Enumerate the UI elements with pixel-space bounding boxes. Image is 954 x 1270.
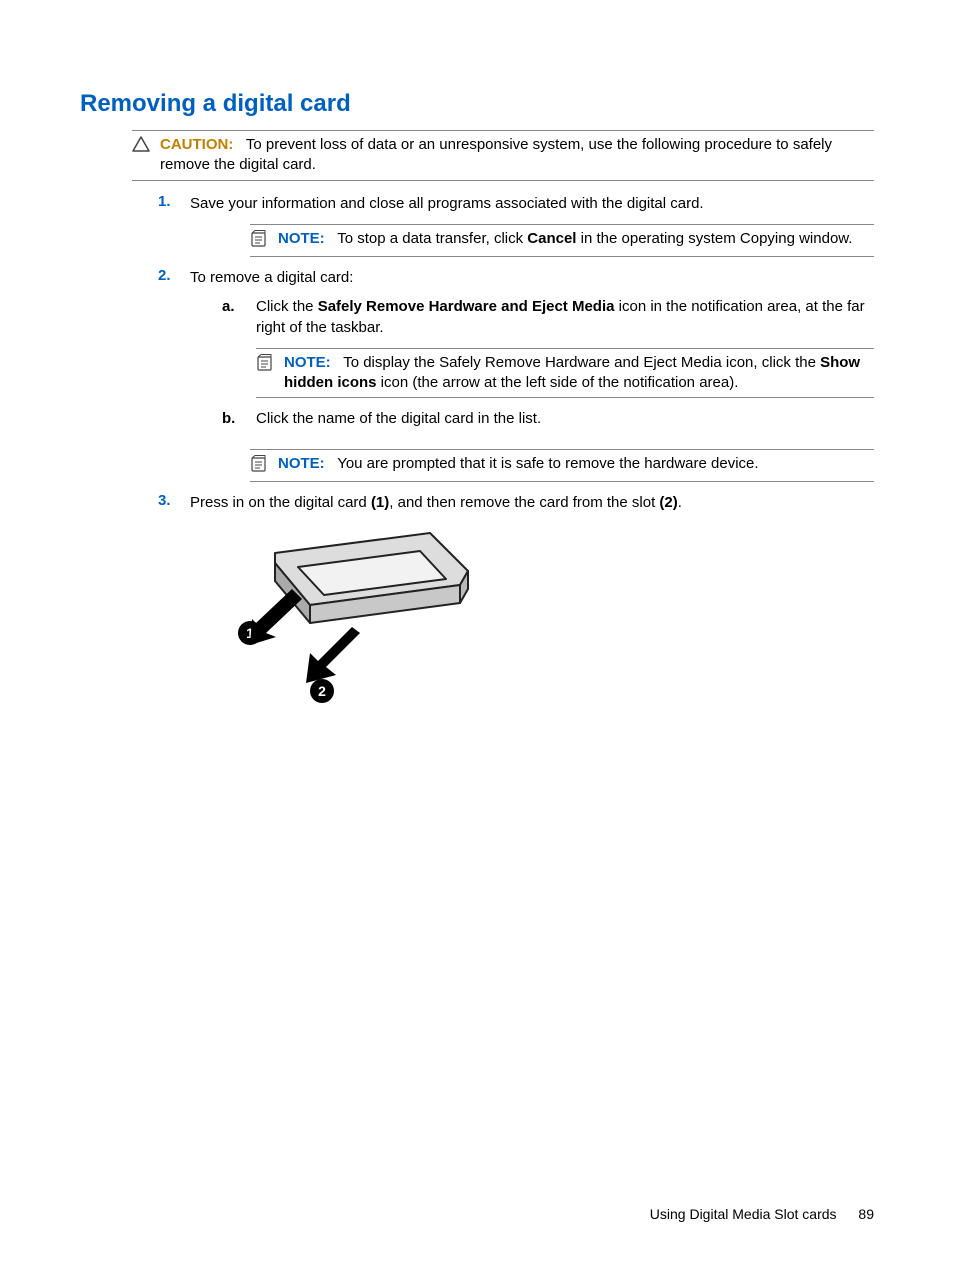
substep-b: b. Click the name of the digital card in… [222,408,874,429]
substep-a-bold: Safely Remove Hardware and Eject Media [318,298,615,315]
caution-text: To prevent loss of data or an unresponsi… [160,136,832,173]
caution-label: CAUTION: [160,136,233,153]
s3-b2: (2) [659,494,677,511]
note-icon [250,455,272,477]
note2-post: icon (the arrow at the left side of the … [377,374,739,391]
sub-list: a. Click the Safely Remove Hardware and … [222,296,874,430]
note-bold: Cancel [527,230,576,247]
step-number: 1. [158,193,190,214]
step-1: 1. Save your information and close all p… [158,193,874,214]
step-2-intro: To remove a digital card: [190,267,874,288]
note-callout-2: NOTE: To display the Safely Remove Hardw… [256,348,874,399]
note-label: NOTE: [278,230,325,247]
substep-body: Click the name of the digital card in th… [256,408,874,429]
caution-callout: CAUTION: To prevent loss of data or an u… [132,130,874,181]
step-body: To remove a digital card: a. Click the S… [190,267,874,440]
step-2: 2. To remove a digital card: a. Click th… [158,267,874,440]
note-body: NOTE: To display the Safely Remove Hardw… [284,353,874,394]
s3-mid: , and then remove the card from the slot [389,494,659,511]
step-number: 3. [158,492,190,513]
note2-pre: To display the Safely Remove Hardware an… [343,354,820,371]
note-icon [250,230,272,252]
note3-text: You are prompted that it is safe to remo… [337,455,758,472]
substep-a-pre: Click the [256,298,318,315]
svg-text:2: 2 [318,683,326,699]
s3-b1: (1) [371,494,389,511]
step-body: Save your information and close all prog… [190,193,874,214]
s3-pre: Press in on the digital card [190,494,371,511]
substep-letter: b. [222,408,256,429]
substep-a: a. Click the Safely Remove Hardware and … [222,296,874,338]
caution-body: CAUTION: To prevent loss of data or an u… [160,135,874,176]
document-page: Removing a digital card CAUTION: To prev… [0,0,954,767]
note-text-post: in the operating system Copying window. [576,230,852,247]
note-text-pre: To stop a data transfer, click [337,230,527,247]
note-callout-3: NOTE: You are prompted that it is safe t… [250,449,874,482]
step-3: 3. Press in on the digital card (1), and… [158,492,874,513]
card-removal-figure: 1 2 [220,523,874,727]
step-number: 2. [158,267,190,440]
s3-post: . [678,494,682,511]
note-body: NOTE: To stop a data transfer, click Can… [278,229,874,249]
footer-page-number: 89 [858,1206,874,1222]
note-body: NOTE: You are prompted that it is safe t… [278,454,874,474]
section-heading: Removing a digital card [80,90,874,118]
substep-body: Click the Safely Remove Hardware and Eje… [256,296,874,338]
step-body: Press in on the digital card (1), and th… [190,492,874,513]
substep-letter: a. [222,296,256,338]
page-footer: Using Digital Media Slot cards 89 [650,1206,874,1222]
note-icon [256,354,278,378]
footer-section: Using Digital Media Slot cards [650,1206,837,1222]
note-callout-1: NOTE: To stop a data transfer, click Can… [250,224,874,257]
note-label: NOTE: [284,354,331,371]
caution-triangle-icon [132,136,154,156]
note-label: NOTE: [278,455,325,472]
ordered-list: 1. Save your information and close all p… [158,193,874,514]
